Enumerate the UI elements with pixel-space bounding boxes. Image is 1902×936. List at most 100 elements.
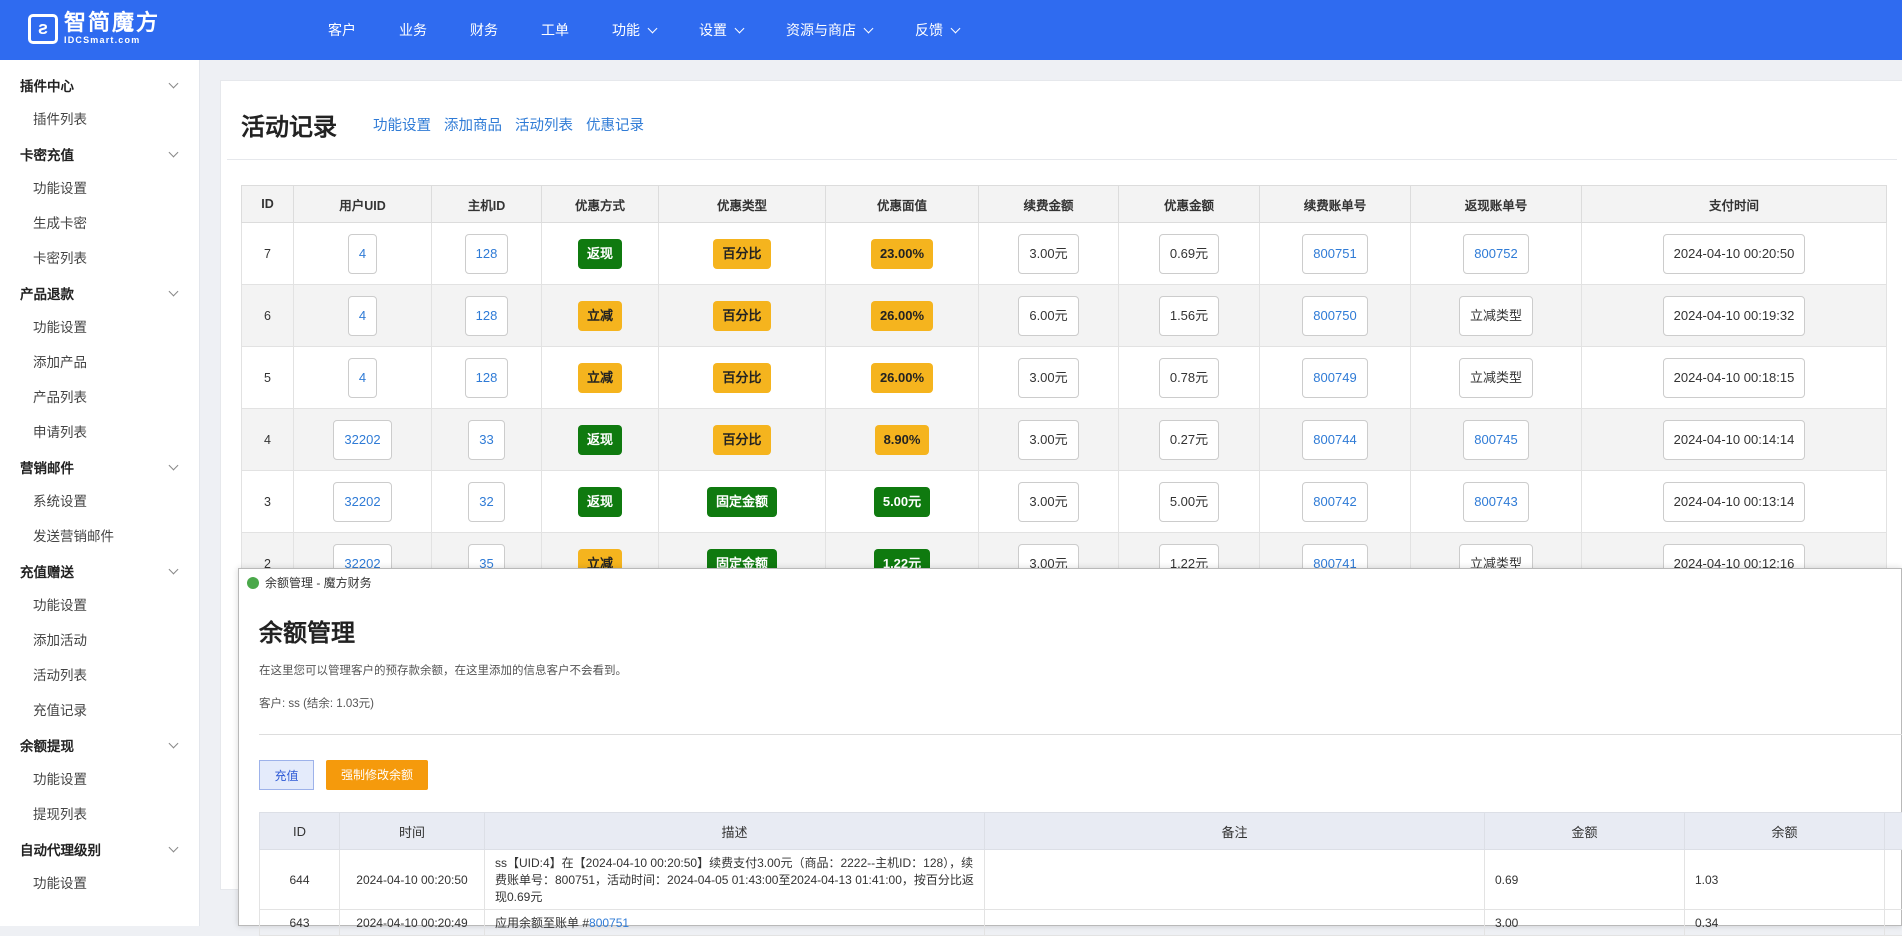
cashback-bill-link[interactable]: 800752 bbox=[1463, 234, 1528, 274]
host-id-link[interactable]: 128 bbox=[465, 358, 509, 398]
user-uid-link[interactable]: 4 bbox=[348, 296, 377, 336]
nav-item[interactable]: 业务 bbox=[399, 20, 427, 40]
bill-link[interactable]: 800751 bbox=[589, 916, 629, 930]
sidebar-item[interactable]: 充值记录 bbox=[0, 693, 199, 728]
row-id: 7 bbox=[242, 223, 294, 285]
discount-type-badge: 百分比 bbox=[713, 425, 770, 455]
modal-description: 在这里您可以管理客户的预存款余额，在这里添加的信息客户不会看到。 bbox=[259, 662, 627, 678]
table-cell: 32202 bbox=[294, 409, 432, 471]
discount-method-badge: 返现 bbox=[578, 425, 622, 455]
table-row: 64128立减百分比26.00%6.00元1.56元800750立减类型2024… bbox=[242, 285, 1887, 347]
nav-item-label: 业务 bbox=[399, 20, 427, 40]
nav-item[interactable]: 工单 bbox=[541, 20, 569, 40]
user-uid-link[interactable]: 32202 bbox=[333, 482, 391, 522]
tab-link[interactable]: 优惠记录 bbox=[586, 114, 644, 135]
table-row: 33220232返现固定金额5.00元3.00元5.00元80074280074… bbox=[242, 471, 1887, 533]
discount-value-badge: 5.00元 bbox=[874, 487, 930, 517]
tab-link[interactable]: 活动列表 bbox=[515, 114, 573, 135]
nav-item[interactable]: 功能 bbox=[612, 20, 656, 40]
brand-logo[interactable]: ƨ 智简魔方 IDCSmart.com bbox=[28, 12, 160, 45]
brand-subtitle: IDCSmart.com bbox=[64, 36, 160, 45]
tab-link[interactable]: 功能设置 bbox=[373, 114, 431, 135]
renew-bill-link[interactable]: 800742 bbox=[1302, 482, 1367, 522]
sidebar-group[interactable]: 余额提现 bbox=[0, 728, 199, 762]
chevron-down-icon bbox=[169, 460, 179, 470]
nav-item[interactable]: 反馈 bbox=[915, 20, 959, 40]
sidebar-group[interactable]: 营销邮件 bbox=[0, 450, 199, 484]
sidebar-item[interactable]: 发送营销邮件 bbox=[0, 519, 199, 554]
balance-row-desc: ss【UID:4】在【2024-04-10 00:20:50】续费支付3.00元… bbox=[485, 850, 985, 910]
host-id-link[interactable]: 128 bbox=[465, 296, 509, 336]
user-uid-link[interactable]: 32202 bbox=[333, 420, 391, 460]
discount-method-badge: 返现 bbox=[578, 239, 622, 269]
table-cell: 4 bbox=[294, 285, 432, 347]
renew-bill-link[interactable]: 800749 bbox=[1302, 358, 1367, 398]
main-nav: 客户 业务 财务 工单 功能 设置 资源与商店 反馈 bbox=[310, 0, 984, 60]
sidebar-item[interactable]: 功能设置 bbox=[0, 762, 199, 797]
row-id: 6 bbox=[242, 285, 294, 347]
sidebar-item[interactable]: 申请列表 bbox=[0, 415, 199, 450]
column-header: 主机ID bbox=[432, 186, 542, 223]
host-id-link[interactable]: 128 bbox=[465, 234, 509, 274]
table-cell: 2024-04-10 00:14:14 bbox=[1582, 409, 1887, 471]
sidebar-item[interactable]: 卡密列表 bbox=[0, 241, 199, 276]
column-header: 时间 bbox=[340, 813, 485, 850]
balance-row-amount: 0.69 bbox=[1485, 850, 1685, 910]
discount-amount: 0.78元 bbox=[1159, 358, 1219, 398]
balance-row-balance: 0.34 bbox=[1685, 910, 1885, 936]
nav-item[interactable]: 资源与商店 bbox=[786, 20, 872, 40]
column-header: 优惠金额 bbox=[1119, 186, 1260, 223]
nav-item[interactable]: 财务 bbox=[470, 20, 498, 40]
host-id-link[interactable]: 33 bbox=[468, 420, 504, 460]
sidebar-group[interactable]: 充值赠送 bbox=[0, 554, 199, 588]
sidebar-group[interactable]: 自动代理级别 bbox=[0, 832, 199, 866]
chevron-down-icon bbox=[735, 23, 745, 33]
column-header: 优惠类型 bbox=[659, 186, 826, 223]
sidebar-item[interactable]: 添加产品 bbox=[0, 345, 199, 380]
sidebar-item[interactable]: 活动列表 bbox=[0, 658, 199, 693]
pay-time: 2024-04-10 00:19:32 bbox=[1663, 296, 1806, 336]
host-id-link[interactable]: 32 bbox=[468, 482, 504, 522]
table-cell: 返现 bbox=[542, 471, 659, 533]
cashback-bill-link[interactable]: 800743 bbox=[1463, 482, 1528, 522]
sidebar-item[interactable]: 系统设置 bbox=[0, 484, 199, 519]
sidebar-item[interactable]: 功能设置 bbox=[0, 310, 199, 345]
sidebar-item[interactable]: 功能设置 bbox=[0, 866, 199, 901]
sidebar-item[interactable]: 插件列表 bbox=[0, 102, 199, 137]
balance-row-balance: 1.03 bbox=[1685, 850, 1885, 910]
user-uid-link[interactable]: 4 bbox=[348, 234, 377, 274]
nav-item[interactable]: 客户 bbox=[328, 20, 356, 40]
renew-bill-link[interactable]: 800751 bbox=[1302, 234, 1367, 274]
sidebar-group[interactable]: 产品退款 bbox=[0, 276, 199, 310]
sidebar-item[interactable]: 提现列表 bbox=[0, 797, 199, 832]
cashback-bill-link[interactable]: 800745 bbox=[1463, 420, 1528, 460]
table-cell: 2024-04-10 00:18:15 bbox=[1582, 347, 1887, 409]
column-header: 返现账单号 bbox=[1411, 186, 1582, 223]
discount-value-badge: 8.90% bbox=[875, 425, 930, 455]
chevron-down-icon bbox=[169, 842, 179, 852]
table-cell: 128 bbox=[432, 347, 542, 409]
table-cell: 0.69元 bbox=[1119, 223, 1260, 285]
table-row: 54128立减百分比26.00%3.00元0.78元800749立减类型2024… bbox=[242, 347, 1887, 409]
sidebar-item[interactable]: 产品列表 bbox=[0, 380, 199, 415]
renew-bill-link[interactable]: 800744 bbox=[1302, 420, 1367, 460]
nav-item-label: 资源与商店 bbox=[786, 20, 856, 40]
sidebar-group[interactable]: 卡密充值 bbox=[0, 137, 199, 171]
tab-link[interactable]: 添加商品 bbox=[444, 114, 502, 135]
sidebar-item[interactable]: 功能设置 bbox=[0, 171, 199, 206]
nav-item[interactable]: 设置 bbox=[699, 20, 743, 40]
sidebar-item[interactable]: 生成卡密 bbox=[0, 206, 199, 241]
table-cell: 8.90% bbox=[826, 409, 979, 471]
force-modify-balance-button[interactable]: 强制修改余额 bbox=[326, 760, 428, 790]
discount-method-badge: 立减 bbox=[578, 301, 622, 331]
table-cell: 0.78元 bbox=[1119, 347, 1260, 409]
sidebar-item[interactable]: 添加活动 bbox=[0, 623, 199, 658]
renew-bill-link[interactable]: 800750 bbox=[1302, 296, 1367, 336]
sidebar-item[interactable]: 功能设置 bbox=[0, 588, 199, 623]
recharge-button[interactable]: 充值 bbox=[259, 760, 314, 790]
table-cell: 1.56元 bbox=[1119, 285, 1260, 347]
chevron-down-icon bbox=[169, 147, 179, 157]
user-uid-link[interactable]: 4 bbox=[348, 358, 377, 398]
sidebar-group[interactable]: 插件中心 bbox=[0, 68, 199, 102]
nav-item-label: 工单 bbox=[541, 20, 569, 40]
